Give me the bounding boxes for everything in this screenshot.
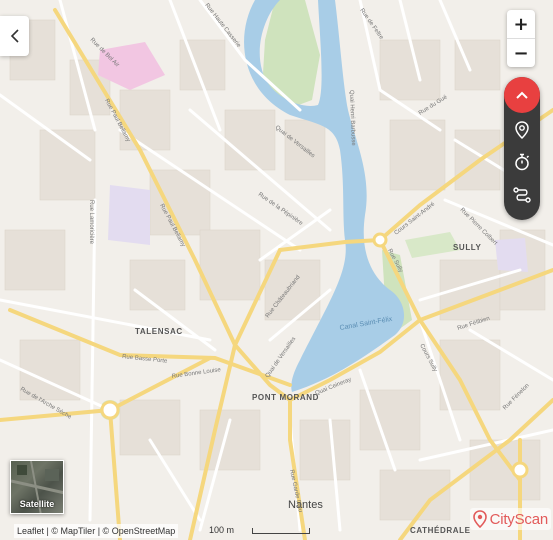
zoom-in-button[interactable]: + [507,10,535,38]
city-label-nantes: Nantes [288,499,323,511]
maptiler-link[interactable]: MapTiler [61,526,96,536]
back-button[interactable] [0,16,29,56]
satellite-label: Satellite [19,499,55,509]
area-purple-2 [495,238,528,272]
brand-logo: CityScan [469,508,551,530]
map-attribution: Leaflet | © MapTiler | © OpenStreetMap [14,524,179,538]
satellite-layer-toggle[interactable]: Satellite [10,460,64,514]
location-pin-icon [515,121,529,139]
district-label-sully: SULLY [453,243,482,252]
route-button[interactable] [504,180,540,210]
zoom-out-button[interactable]: − [507,38,535,67]
openstreetmap-link[interactable]: OpenStreetMap [112,526,176,536]
scale-line [252,528,310,534]
area-purple [108,185,150,245]
leaflet-link[interactable]: Leaflet [17,526,44,536]
scale-label: 100 m [209,525,235,535]
district-label-pont-morand: PONT MORAND [252,393,319,402]
brand-pin-icon [472,510,487,528]
tool-panel [504,77,540,220]
map-canvas[interactable]: TALENSAC PONT MORAND SULLY CATHÉDRALE Na… [0,0,553,540]
district-label-cathedrale: CATHÉDRALE [410,526,471,535]
brand-name: CityScan [489,510,549,528]
chevron-left-icon [10,29,19,43]
scale-bar: 100 m [204,524,314,538]
isochrone-button[interactable] [504,147,540,177]
zoom-control: + − [507,10,535,67]
district-label-talensac: TALENSAC [135,327,183,336]
route-icon [513,187,531,203]
attribution-separator: | © [44,526,61,536]
street-label: Rue Lamoricière [88,200,94,245]
attribution-separator: | © [95,526,112,536]
collapse-tools-button[interactable] [504,77,540,113]
location-button[interactable] [504,115,540,145]
stopwatch-icon [515,153,530,171]
chevron-up-icon [516,91,528,99]
